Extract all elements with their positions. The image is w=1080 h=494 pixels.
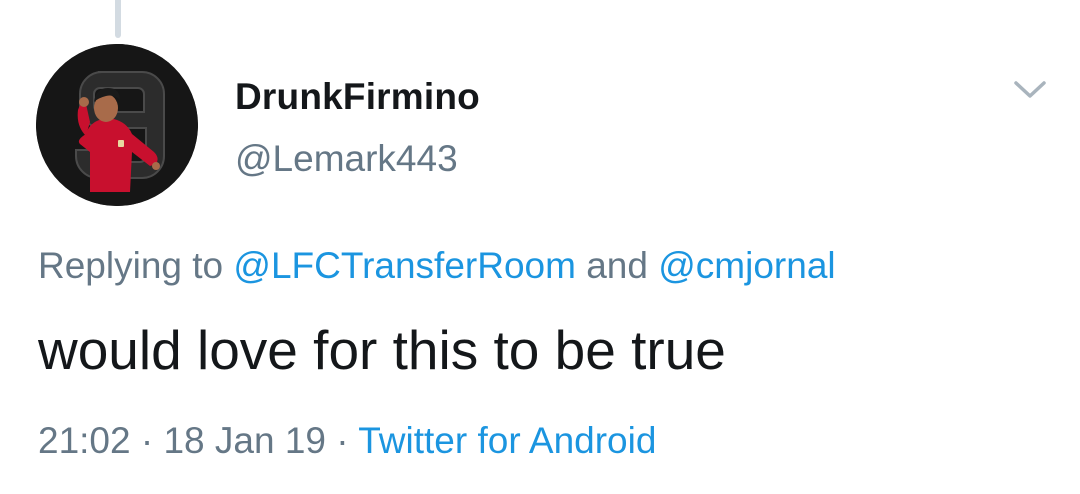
display-name[interactable]: DrunkFirmino xyxy=(235,76,480,118)
chevron-down-icon[interactable] xyxy=(1010,74,1050,104)
tweet-date[interactable]: 18 Jan 19 xyxy=(163,420,326,461)
tweet-source-link[interactable]: Twitter for Android xyxy=(358,420,656,461)
replying-to-label: Replying to xyxy=(38,245,234,286)
thread-connector-line xyxy=(115,0,121,38)
tweet-text: would love for this to be true xyxy=(38,319,726,381)
tweet-meta: 21:02 · 18 Jan 19 · Twitter for Android xyxy=(38,420,656,462)
avatar[interactable] xyxy=(36,44,198,206)
mention-link-lfctransferroom[interactable]: @LFCTransferRoom xyxy=(233,245,576,286)
replying-to-line: Replying to @LFCTransferRoom and @cmjorn… xyxy=(38,245,836,287)
meta-separator: · xyxy=(130,420,164,461)
mention-link-cmjornal[interactable]: @cmjornal xyxy=(658,245,835,286)
tweet-time[interactable]: 21:02 xyxy=(38,420,131,461)
meta-separator: · xyxy=(326,420,359,461)
replying-to-conjunction: and xyxy=(575,245,659,286)
footballer-avatar-icon xyxy=(36,44,198,206)
user-handle[interactable]: @Lemark443 xyxy=(235,138,458,180)
tweet-card: DrunkFirmino @Lemark443 Replying to @LFC… xyxy=(0,0,1080,494)
